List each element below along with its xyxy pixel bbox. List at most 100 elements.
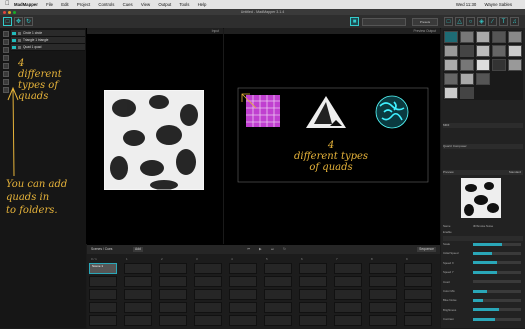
scene-cell[interactable] [404, 302, 432, 313]
param-slider[interactable] [473, 261, 521, 265]
scene-cell[interactable] [159, 302, 187, 313]
minimize-window-button[interactable] [8, 10, 11, 14]
param-row[interactable]: Color Mix [443, 289, 523, 293]
scene-cell[interactable] [264, 315, 292, 326]
line-tool-icon[interactable]: ∕ [488, 17, 497, 26]
media-thumb[interactable] [508, 45, 522, 57]
scene-cell[interactable] [89, 315, 117, 326]
scene-cell[interactable] [124, 302, 152, 313]
scene-cell[interactable] [299, 302, 327, 313]
param-row[interactable]: Blue Noise [443, 298, 523, 302]
param-row[interactable]: Contrast [443, 317, 523, 321]
param-slider[interactable] [473, 280, 521, 284]
select-tool-icon[interactable]: □ [3, 17, 12, 26]
scene-cell[interactable] [404, 263, 432, 274]
param-row[interactable]: Invert [443, 280, 523, 284]
menu-app[interactable]: MadMapper [14, 2, 38, 7]
scene-cell[interactable] [334, 302, 362, 313]
param-row[interactable]: Brightness [443, 308, 523, 312]
media-thumb[interactable] [492, 31, 506, 43]
scene-cell[interactable] [124, 315, 152, 326]
output-toggle-icon[interactable]: ■ [350, 17, 359, 26]
media-thumb[interactable] [476, 31, 490, 43]
quad-tool-icon[interactable]: □ [444, 17, 453, 26]
text-tool-icon[interactable]: T [499, 17, 508, 26]
section-midi[interactable]: MIDI [443, 123, 523, 128]
move-tool-icon[interactable]: ✥ [14, 17, 23, 26]
section-quartz[interactable]: Quartz Composer [443, 144, 523, 149]
add-triangle-icon[interactable] [3, 39, 9, 45]
media-thumb[interactable] [444, 45, 458, 57]
scene-cell[interactable] [334, 315, 362, 326]
scene-cell[interactable] [124, 289, 152, 300]
menu-view[interactable]: View [141, 2, 150, 7]
scene-cell[interactable] [159, 263, 187, 274]
scene-cell[interactable] [369, 276, 397, 287]
scene-cell[interactable] [404, 276, 432, 287]
enable-row[interactable]: Enable [443, 230, 523, 234]
media-thumb[interactable] [508, 59, 522, 71]
menu-help[interactable]: Help [198, 2, 207, 7]
media-thumb[interactable] [492, 59, 506, 71]
menu-cues[interactable]: Cues [123, 2, 133, 7]
media-thumb[interactable] [492, 45, 506, 57]
play-icon[interactable]: ▶ [259, 245, 262, 254]
mask-tool-icon[interactable]: ◈ [477, 17, 486, 26]
param-row[interactable]: Speed X [443, 261, 523, 265]
visibility-icon[interactable] [12, 38, 16, 42]
scene-cell[interactable] [404, 315, 432, 326]
menu-output[interactable]: Output [158, 2, 171, 7]
add-quad-icon[interactable] [3, 31, 9, 37]
scene-cell[interactable] [89, 302, 117, 313]
scene-cell[interactable] [264, 276, 292, 287]
scene-cell[interactable] [369, 263, 397, 274]
scene-cell[interactable] [194, 289, 222, 300]
scene-cell[interactable] [124, 276, 152, 287]
loop-icon[interactable]: ↻ [283, 245, 286, 254]
param-slider[interactable] [473, 289, 521, 293]
menu-edit[interactable]: Edit [61, 2, 68, 7]
layer-quad[interactable]: Quad 1 quad [11, 44, 85, 51]
add-scene-button[interactable]: Add [133, 247, 143, 252]
preview-mode-dropdown[interactable]: Standard [509, 170, 521, 175]
lock-icon[interactable] [18, 31, 21, 35]
scene-cell[interactable] [229, 315, 257, 326]
menu-tools[interactable]: Tools [179, 2, 189, 7]
section-preview[interactable]: Preview Standard [443, 170, 523, 175]
media-thumb[interactable] [460, 59, 474, 71]
next-icon[interactable]: ⏭ [271, 245, 274, 254]
layer-circle[interactable]: Circle 1 circle [11, 30, 85, 37]
scene-cell[interactable] [89, 276, 117, 287]
visibility-icon[interactable] [12, 45, 16, 49]
rotate-tool-icon[interactable]: ↻ [24, 17, 33, 26]
media-thumb[interactable] [508, 31, 522, 43]
scene-cell[interactable] [264, 263, 292, 274]
menu-controls[interactable]: Controls [98, 2, 114, 7]
scene-cell[interactable] [299, 315, 327, 326]
name-field[interactable]: 3DSmoke Noise [473, 224, 493, 228]
media-thumb[interactable] [444, 87, 458, 99]
param-slider[interactable] [473, 270, 521, 274]
media-thumb[interactable] [444, 59, 458, 71]
apple-icon[interactable]:  [5, 1, 10, 8]
scene-cell[interactable] [159, 289, 187, 300]
scene-cell[interactable] [334, 276, 362, 287]
zoom-window-button[interactable] [13, 10, 16, 14]
scene-cell[interactable] [369, 302, 397, 313]
scene-cell[interactable] [334, 263, 362, 274]
scene-cell[interactable] [299, 276, 327, 287]
scene-cell[interactable] [299, 263, 327, 274]
scene-cell[interactable] [229, 302, 257, 313]
scene-cell[interactable] [229, 289, 257, 300]
media-tool-icon[interactable]: ♫ [510, 17, 519, 26]
scene-cell[interactable] [194, 276, 222, 287]
param-slider[interactable] [473, 298, 521, 302]
user-name[interactable]: Wayne Sables [484, 2, 512, 7]
media-thumb[interactable] [476, 59, 490, 71]
scene-cell[interactable] [369, 315, 397, 326]
scene-cell[interactable] [159, 276, 187, 287]
media-thumb[interactable] [476, 73, 490, 85]
scene-cell[interactable] [89, 289, 117, 300]
scene-cell[interactable] [194, 302, 222, 313]
param-row[interactable]: Initial Speed [443, 251, 523, 255]
